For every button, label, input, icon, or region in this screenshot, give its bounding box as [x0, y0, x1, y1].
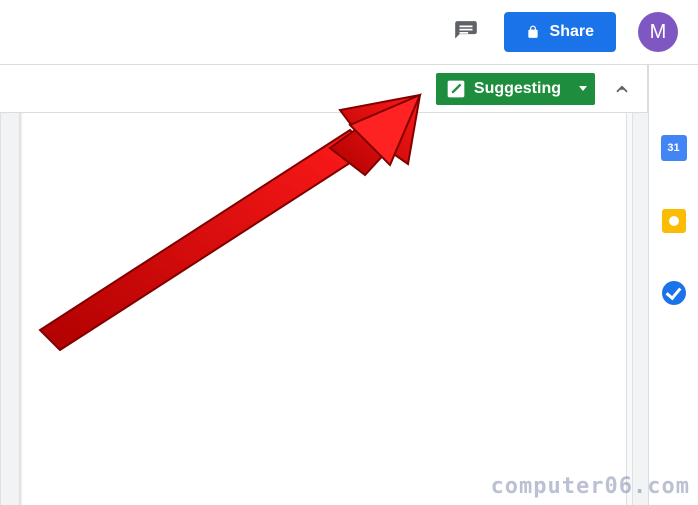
editing-mode-button[interactable]: Suggesting: [436, 73, 595, 105]
open-comments-button[interactable]: [450, 16, 482, 48]
share-button[interactable]: Share: [504, 12, 616, 52]
avatar-initial: M: [650, 21, 667, 44]
chevron-up-icon: [613, 80, 631, 98]
account-avatar[interactable]: M: [638, 12, 678, 52]
document-area: [0, 113, 648, 505]
lock-icon: [526, 24, 540, 40]
calendar-day: 31: [667, 142, 679, 154]
keep-icon[interactable]: [662, 209, 686, 233]
share-label: Share: [550, 23, 594, 41]
collapse-toolbar-button[interactable]: [605, 72, 639, 106]
left-gutter: [0, 113, 20, 505]
editing-mode-label: Suggesting: [474, 80, 561, 98]
toolbar: Suggesting: [0, 65, 648, 113]
comment-icon: [453, 19, 479, 45]
watermark-text: computer06.com: [491, 474, 690, 499]
side-panel: 31: [648, 65, 698, 505]
vertical-scrollbar[interactable]: [632, 113, 648, 505]
document-page[interactable]: [23, 113, 626, 505]
pencil-box-icon: [446, 79, 466, 99]
calendar-icon[interactable]: 31: [661, 135, 687, 161]
titlebar: Share M: [0, 0, 698, 64]
caret-down-icon: [579, 86, 587, 91]
tasks-icon[interactable]: [662, 281, 686, 305]
